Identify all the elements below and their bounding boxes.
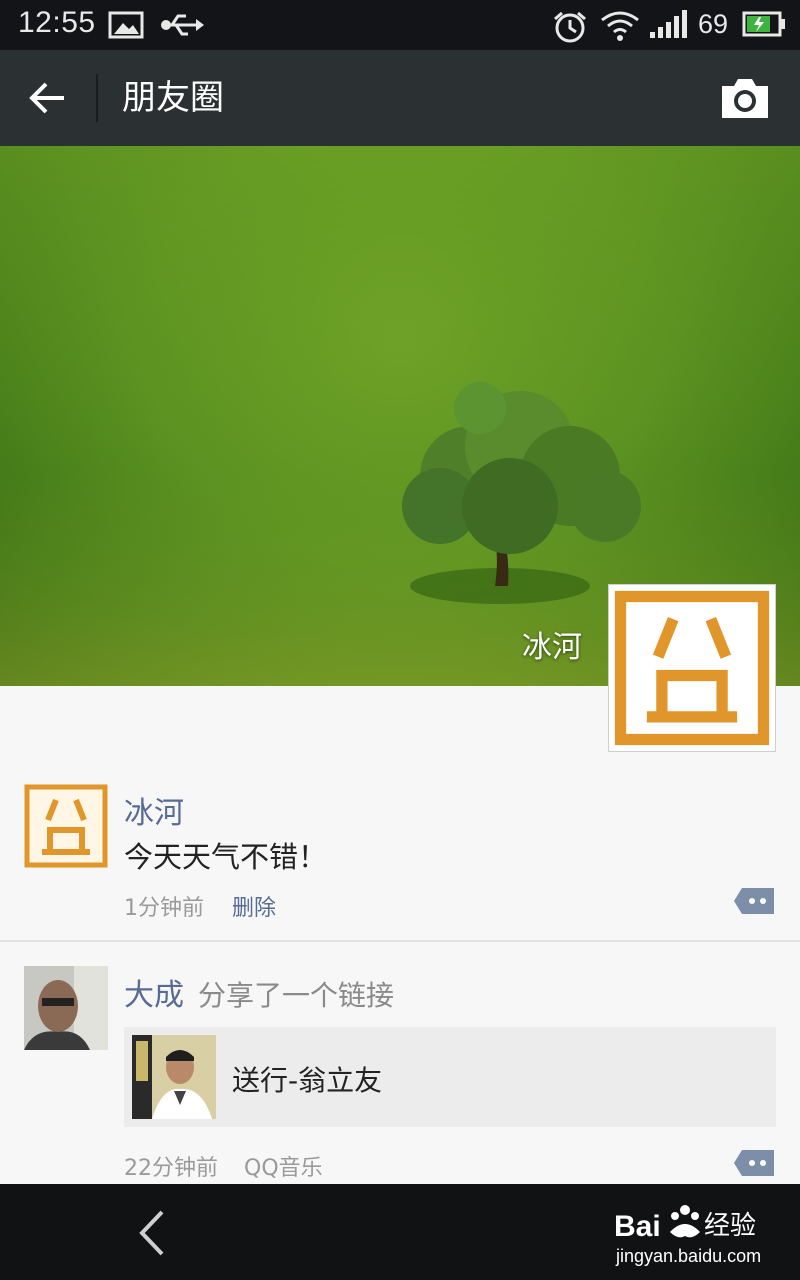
battery-icon xyxy=(742,11,785,37)
post-avatar[interactable] xyxy=(24,784,108,868)
post-item: 大成 分享了一个链接 送行-翁立友 22分钟前 QQ音乐 xyxy=(0,942,800,1182)
status-bar: 12:55 69 xyxy=(0,0,800,50)
watermark-brand-right: 经验 xyxy=(704,1211,756,1241)
battery-level: 69 xyxy=(698,9,729,39)
nav-back-icon[interactable] xyxy=(128,1206,178,1260)
image-icon xyxy=(108,11,144,39)
orange-logo-icon xyxy=(613,589,771,747)
usb-icon xyxy=(161,14,204,36)
page-title: 朋友圈 xyxy=(122,78,224,118)
link-title: 送行-翁立友 xyxy=(232,1064,383,1097)
delete-link[interactable]: 删除 xyxy=(232,890,276,922)
back-arrow-icon[interactable] xyxy=(22,74,74,122)
post-source[interactable]: QQ音乐 xyxy=(244,1150,323,1182)
post-time: 22分钟前 xyxy=(124,1156,218,1181)
album-cover-thumbnail xyxy=(132,1035,216,1119)
profile-avatar[interactable] xyxy=(608,584,776,752)
share-action-text: 分享了一个链接 xyxy=(198,979,395,1012)
status-time: 12:55 xyxy=(18,6,96,39)
comment-more-icon[interactable] xyxy=(732,886,776,916)
post-item: 冰河 今天天气不错！ 1分钟前 删除 xyxy=(0,760,800,940)
watermark-url: jingyan.baidu.com xyxy=(615,1246,761,1266)
camera-icon[interactable] xyxy=(718,74,772,122)
post-author[interactable]: 冰河 xyxy=(124,788,184,832)
navigation-bar: Bai 经验 jingyan.baidu.com xyxy=(0,1184,800,1280)
post-time: 1分钟前 xyxy=(124,896,204,921)
shared-link-card[interactable]: 送行-翁立友 xyxy=(124,1027,776,1127)
alarm-icon xyxy=(554,11,586,43)
post-avatar[interactable] xyxy=(24,966,108,1050)
wifi-icon xyxy=(601,11,639,41)
title-bar: 朋友圈 xyxy=(0,50,800,146)
cover-user-name: 冰河 xyxy=(522,630,582,665)
post-author-name[interactable]: 大成 xyxy=(124,978,184,1013)
baidu-jingyan-watermark: Bai 经验 jingyan.baidu.com xyxy=(614,1205,761,1266)
signal-icon xyxy=(650,10,687,38)
watermark-brand-left: Bai xyxy=(614,1210,661,1243)
comment-more-icon[interactable] xyxy=(732,1148,776,1178)
post-author[interactable]: 大成 分享了一个链接 xyxy=(124,970,394,1014)
title-divider xyxy=(96,74,98,122)
post-content: 今天天气不错！ xyxy=(124,840,328,874)
